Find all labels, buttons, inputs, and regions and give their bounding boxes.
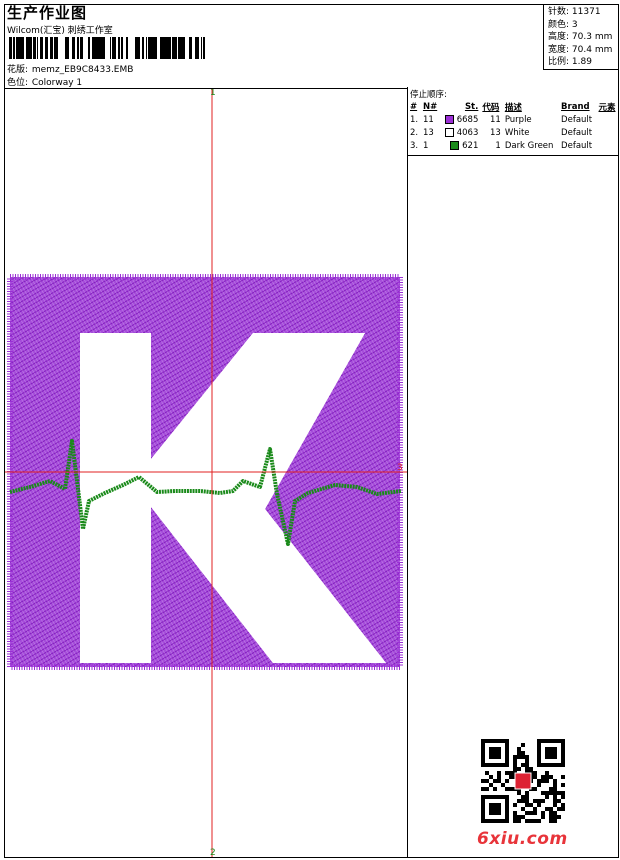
stop-code: 13	[489, 127, 501, 138]
stop-element	[597, 126, 619, 139]
embroidery-preview: 1 2 3	[5, 89, 407, 857]
stop-element	[597, 113, 619, 126]
stop-code: 11	[489, 114, 501, 125]
col-brand: Brand	[561, 102, 590, 112]
crosshair-bottom-label: 2	[210, 848, 216, 857]
col-stitches: St.	[464, 102, 479, 112]
stat-width: 宽度: 70.4 mm	[548, 44, 613, 55]
stop-desc: Dark Green	[504, 140, 554, 151]
colorway-row: 色位: Colorway 1	[7, 75, 82, 88]
color-swatch	[450, 140, 460, 150]
col-element: 元素	[598, 103, 616, 113]
stop-brand: Default	[561, 114, 593, 125]
barcode	[9, 37, 205, 59]
col-n: N#	[422, 102, 438, 112]
company-name: Wilcom(汇宝) 刺绣工作室	[7, 26, 113, 36]
stop-desc: Purple	[504, 114, 532, 125]
stop-index: 2.	[410, 127, 419, 138]
watermark-logo: 6xiu.com	[477, 829, 568, 849]
stop-index: 1.	[410, 114, 419, 125]
stop-row: 1. 11 6685 11 Purple Default	[408, 113, 619, 126]
stop-sequence-table: # N# St. 代码 描述 Brand 元素 1. 11 6685 11 Purpl…	[408, 101, 619, 152]
stat-colors: 颜色: 3	[548, 19, 578, 30]
page-title: 生产作业图	[7, 4, 88, 22]
stop-desc: White	[504, 127, 530, 138]
color-swatch	[445, 127, 455, 137]
stats-panel: 针数: 11371 颜色: 3 高度: 70.3 mm 宽度: 70.4 mm …	[543, 4, 619, 70]
right-column-divider	[407, 87, 408, 858]
stop-stitches: 621	[440, 139, 480, 152]
stop-n: 1	[422, 140, 429, 151]
design-file-label: 花版:	[7, 65, 29, 75]
stop-code: 1	[495, 140, 501, 151]
crosshair-top-label: 1	[210, 89, 216, 98]
stat-scale: 比例: 1.89	[548, 57, 592, 68]
design-file-row: 花版: memz_EB9C8433.EMB	[7, 62, 133, 75]
col-code: 代码	[482, 103, 500, 113]
stop-panel-divider	[408, 155, 619, 156]
stop-brand: Default	[561, 140, 593, 151]
colorway-label: 色位:	[7, 78, 29, 88]
colorway-value: Colorway 1	[31, 78, 83, 88]
crosshair-right-label: 3	[397, 463, 403, 473]
stop-sequence-panel: 停止顺序: # N# St. 代码 描述 Brand 元素 1. 11 6685 1…	[408, 87, 619, 152]
stop-brand: Default	[561, 127, 593, 138]
stop-n: 13	[422, 127, 434, 138]
stop-element	[597, 139, 619, 152]
qr-code	[481, 739, 565, 823]
color-swatch	[445, 114, 455, 124]
stat-stitches: 针数: 11371	[548, 7, 601, 17]
stop-sequence-title: 停止顺序:	[410, 90, 447, 100]
stop-index: 3.	[410, 140, 419, 151]
stat-height: 高度: 70.3 mm	[548, 32, 613, 43]
stop-row: 2. 13 4063 13 White Default	[408, 126, 619, 139]
stop-stitches: 6685	[440, 113, 480, 126]
stop-table-header: # N# St. 代码 描述 Brand 元素	[408, 101, 619, 113]
col-index: #	[410, 102, 418, 112]
design-file-value: memz_EB9C8433.EMB	[31, 65, 134, 75]
stop-stitches: 4063	[440, 126, 480, 139]
stop-row: 3. 1 621 1 Dark Green Default	[408, 139, 619, 152]
stop-n: 11	[422, 114, 434, 125]
col-desc: 描述	[504, 103, 522, 113]
